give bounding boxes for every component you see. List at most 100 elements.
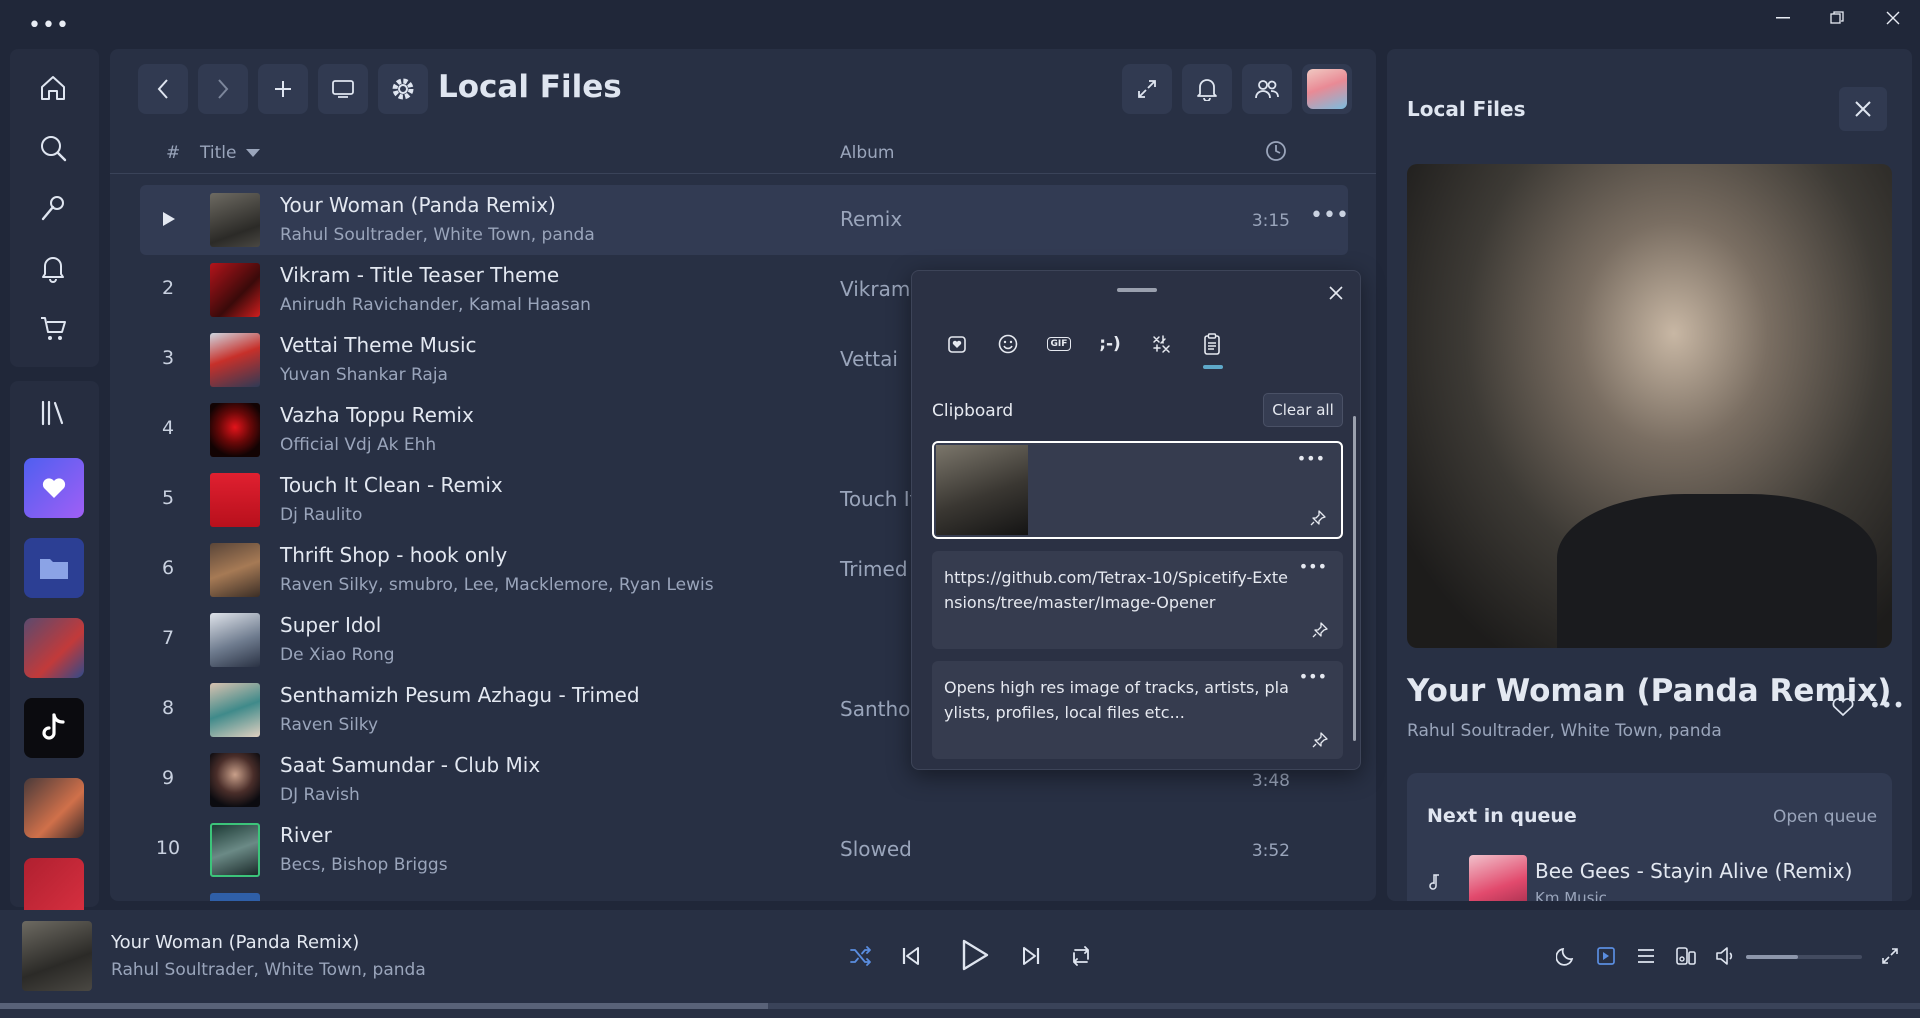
connect-device-button[interactable] (1668, 938, 1704, 974)
marketplace-button[interactable] (35, 310, 71, 346)
track-artist[interactable]: Rahul Soultrader, White Town, panda (280, 225, 595, 245)
queue-button[interactable] (1628, 938, 1664, 974)
drag-handle[interactable] (1117, 288, 1157, 292)
previous-button[interactable] (893, 938, 929, 974)
mini-player-button[interactable] (318, 64, 368, 114)
track-artist[interactable]: Anirudh Ravichander, Kamal Haasan (280, 295, 591, 315)
track-artist[interactable]: Dj Raulito (280, 505, 362, 525)
notifications-button[interactable] (35, 250, 71, 286)
sort-by-title[interactable]: Title (200, 143, 261, 163)
track-row[interactable]: 10 River Becs, Bishop Briggs Slowed 3:52 (140, 815, 1348, 885)
more-options-button[interactable]: ••• (1297, 449, 1325, 468)
player-artwork[interactable] (22, 921, 92, 991)
fullscreen-player-button[interactable] (1872, 938, 1908, 974)
library-button[interactable] (35, 395, 71, 431)
app-menu-button[interactable]: ••• (28, 15, 70, 37)
tab-favorites[interactable] (942, 329, 972, 359)
chevron-left-icon (157, 79, 168, 99)
friend-activity-button[interactable] (1242, 64, 1292, 114)
local-files-tile[interactable] (24, 538, 84, 598)
track-album[interactable]: Touch It (840, 487, 918, 511)
pin-button[interactable] (1311, 731, 1329, 749)
tab-symbols[interactable] (1146, 329, 1176, 359)
track-album[interactable]: Remix (840, 207, 902, 231)
add-button[interactable] (258, 64, 308, 114)
clipboard-item-text[interactable]: https://github.com/Tetrax-10/Spicetify-E… (932, 551, 1343, 649)
player-track-title[interactable]: Your Woman (Panda Remix) (111, 932, 359, 953)
clipboard-scrollbar[interactable] (1353, 416, 1356, 741)
clipboard-item-image[interactable]: ••• (932, 441, 1343, 539)
track-album[interactable]: Vettai (840, 347, 898, 371)
whats-new-button[interactable] (1182, 64, 1232, 114)
more-options-button[interactable]: ••• (1299, 667, 1327, 686)
more-options-button[interactable]: ••• (1310, 203, 1349, 228)
queue-track-artist[interactable]: Km Music (1535, 889, 1607, 901)
shuffle-button[interactable] (843, 938, 879, 974)
minimize-button[interactable] (1763, 8, 1803, 28)
track-album[interactable]: Trimed (840, 557, 908, 581)
discover-button[interactable] (35, 190, 71, 226)
now-playing-view-button[interactable] (1588, 938, 1624, 974)
track-album[interactable]: Vikram (840, 277, 910, 301)
track-album[interactable]: Santhos (840, 697, 921, 721)
play-button[interactable] (952, 932, 998, 978)
track-artist[interactable]: DJ Ravish (280, 785, 360, 805)
track-row[interactable] (140, 885, 1348, 901)
queue-track-art (1469, 855, 1527, 901)
track-title: Vettai Theme Music (280, 333, 477, 357)
now-playing-title[interactable]: Your Woman (Panda Remix) (1407, 673, 1891, 709)
next-button[interactable] (1013, 938, 1049, 974)
tab-gif[interactable]: GIF (1044, 329, 1074, 359)
play-icon[interactable] (162, 211, 176, 227)
track-artist[interactable]: Raven Silky, smubro, Lee, Macklemore, Ry… (280, 575, 714, 595)
forward-button[interactable] (198, 64, 248, 114)
pin-icon (1312, 622, 1328, 638)
queue-track-title[interactable]: Bee Gees - Stayin Alive (Remix) (1535, 859, 1852, 883)
close-window-button[interactable] (1873, 8, 1913, 28)
tab-kaomoji[interactable]: ;-) (1095, 329, 1125, 359)
search-button[interactable] (35, 130, 71, 166)
track-art (210, 333, 260, 387)
settings-button[interactable] (378, 64, 428, 114)
repeat-icon (1073, 946, 1089, 966)
pin-button[interactable] (1309, 509, 1327, 527)
clipboard-close-button[interactable] (1324, 281, 1348, 305)
sleep-timer-button[interactable] (1548, 938, 1584, 974)
pin-button[interactable] (1311, 621, 1329, 639)
track-title: Touch It Clean - Remix (280, 473, 503, 497)
restore-button[interactable] (1817, 8, 1857, 28)
player-track-artist[interactable]: Rahul Soultrader, White Town, panda (111, 960, 426, 980)
now-playing-artist[interactable]: Rahul Soultrader, White Town, panda (1407, 721, 1722, 741)
track-artist[interactable]: Becs, Bishop Briggs (280, 855, 448, 875)
more-options-button[interactable]: ••• (1869, 693, 1904, 717)
like-button[interactable] (1832, 697, 1854, 717)
track-album[interactable]: Slowed (840, 837, 912, 861)
more-options-button[interactable]: ••• (1299, 557, 1327, 576)
open-queue-link[interactable]: Open queue (1773, 807, 1877, 827)
back-button[interactable] (138, 64, 188, 114)
track-row[interactable]: Your Woman (Panda Remix) Rahul Soultrade… (140, 185, 1349, 255)
close-panel-button[interactable] (1839, 87, 1887, 131)
clipboard-item-text[interactable]: Opens high res image of tracks, artists,… (932, 661, 1343, 759)
track-artist[interactable]: Raven Silky (280, 715, 378, 735)
playlist-tile-1[interactable] (24, 618, 84, 678)
playlist-tile-tiktok[interactable] (24, 698, 84, 758)
now-playing-artwork[interactable] (1407, 164, 1892, 648)
volume-level (1746, 955, 1799, 959)
play-icon (962, 939, 989, 971)
playlist-tile-3[interactable] (24, 778, 84, 838)
track-artist[interactable]: Official Vdj Ak Ehh (280, 435, 436, 455)
mute-button[interactable] (1708, 938, 1744, 974)
home-button[interactable] (35, 70, 71, 106)
bell-icon (42, 257, 64, 283)
tab-emoji[interactable] (993, 329, 1023, 359)
liked-songs-tile[interactable] (24, 458, 84, 518)
clear-all-button[interactable]: Clear all (1263, 393, 1343, 427)
track-artist[interactable]: Yuvan Shankar Raja (280, 365, 448, 385)
fullscreen-button[interactable] (1122, 64, 1172, 114)
playlist-tile-4[interactable] (24, 858, 84, 918)
tab-clipboard[interactable] (1197, 329, 1227, 359)
profile-button[interactable] (1302, 64, 1352, 114)
track-artist[interactable]: De Xiao Rong (280, 645, 395, 665)
repeat-button[interactable] (1063, 938, 1099, 974)
